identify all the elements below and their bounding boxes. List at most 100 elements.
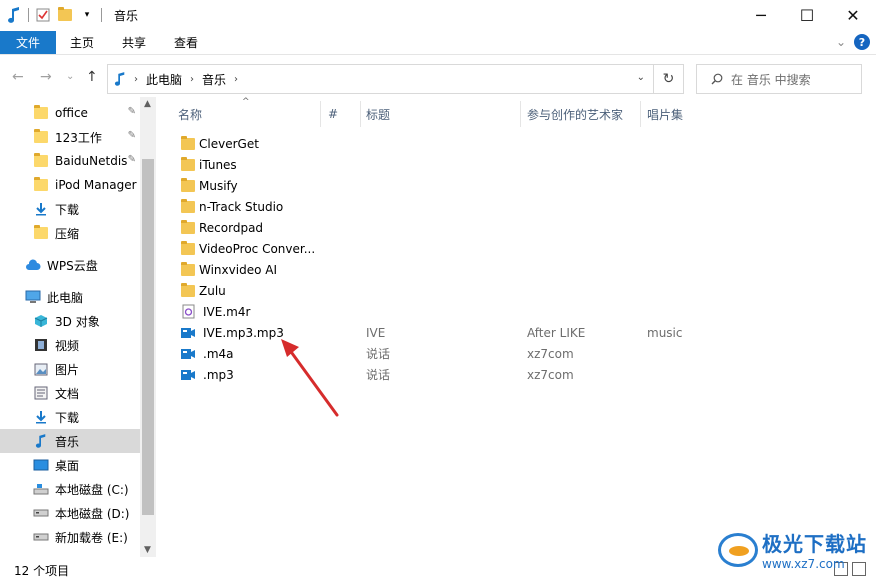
column-artist[interactable]: 参与创作的艺术家: [527, 97, 623, 131]
music-note-icon: [6, 7, 22, 23]
nav-item-office[interactable]: office ✎: [0, 101, 140, 125]
item-count: 12 个项目: [14, 563, 70, 578]
recent-locations-button[interactable]: ⌄: [66, 71, 74, 82]
properties-icon[interactable]: [35, 7, 51, 23]
nav-item-wps-cloud[interactable]: WPS云盘: [0, 253, 140, 277]
breadcrumb-separator[interactable]: ›: [134, 74, 138, 85]
nav-item-videos[interactable]: 视频: [0, 333, 140, 357]
window-title: 音乐: [114, 8, 139, 23]
file-row[interactable]: Winxvideo AI: [170, 259, 860, 280]
nav-item-label: WPS云盘: [47, 258, 98, 273]
file-row[interactable]: IVE.m4r: [170, 301, 860, 322]
column-divider[interactable]: [320, 101, 321, 127]
file-row[interactable]: n-Track Studio: [170, 196, 860, 217]
breadcrumb-separator[interactable]: ›: [234, 74, 238, 85]
address-dropdown-button[interactable]: ⌄: [637, 72, 645, 83]
nav-item-label: iPod Manager: [55, 178, 137, 192]
file-name: CleverGet: [199, 136, 259, 151]
folder-icon: [180, 219, 196, 235]
nav-item-label: 桌面: [55, 458, 80, 473]
nav-item-baidunetdisk[interactable]: BaiduNetdis ✎: [0, 149, 140, 173]
file-row[interactable]: IVE.mp3.mp3 IVE After LIKE music: [170, 322, 860, 343]
column-number[interactable]: #: [328, 97, 338, 131]
file-row[interactable]: CleverGet: [170, 133, 860, 154]
folder-icon: [180, 177, 196, 193]
breadcrumb-music[interactable]: 音乐: [202, 71, 226, 88]
address-bar[interactable]: › 此电脑 › 音乐 › ⌄ ↻: [107, 64, 684, 94]
toolbar-separator: [101, 8, 102, 22]
tab-view[interactable]: 查看: [160, 31, 212, 54]
new-folder-icon[interactable]: [57, 7, 73, 23]
breadcrumb-separator[interactable]: ›: [190, 74, 194, 85]
file-row[interactable]: VideoProc Conver...: [170, 238, 860, 259]
close-button[interactable]: ✕: [830, 0, 876, 30]
column-divider[interactable]: [360, 101, 361, 127]
file-row[interactable]: .mp3 说话 xz7com: [170, 364, 860, 385]
media-file-icon: [180, 367, 196, 382]
tab-share[interactable]: 共享: [108, 31, 160, 54]
file-name: .mp3: [203, 367, 234, 382]
folder-icon: [33, 177, 49, 193]
nav-item-music[interactable]: 音乐: [0, 429, 140, 453]
file-row[interactable]: Zulu: [170, 280, 860, 301]
file-row[interactable]: Recordpad: [170, 217, 860, 238]
nav-item-downloads-quick[interactable]: 下载: [0, 197, 140, 221]
file-row[interactable]: .m4a 说话 xz7com: [170, 343, 860, 364]
column-title[interactable]: 标题: [366, 97, 390, 131]
ribbon-tabs: 文件 主页 共享 查看 ⌄ ?: [0, 31, 876, 55]
scroll-thumb[interactable]: [142, 159, 154, 515]
column-album[interactable]: 唱片集: [647, 97, 683, 131]
breadcrumb-this-pc[interactable]: 此电脑: [146, 71, 182, 88]
up-button[interactable]: ↑: [86, 69, 98, 85]
nav-item-desktop[interactable]: 桌面: [0, 453, 140, 477]
customize-toolbar-icon[interactable]: ▾: [79, 7, 95, 23]
file-row[interactable]: Musify: [170, 175, 860, 196]
file-name: iTunes: [199, 157, 237, 172]
nav-item-documents[interactable]: 文档: [0, 381, 140, 405]
picture-icon: [33, 361, 49, 377]
file-name: Zulu: [199, 283, 226, 298]
nav-item-this-pc[interactable]: 此电脑: [0, 285, 140, 309]
nav-item-drive-d[interactable]: 本地磁盘 (D:): [0, 501, 140, 525]
file-name: Musify: [199, 178, 238, 193]
refresh-button[interactable]: ↻: [653, 65, 683, 93]
nav-item-downloads[interactable]: 下载: [0, 405, 140, 429]
forward-button[interactable]: →: [40, 69, 52, 85]
nav-item-label: 下载: [55, 202, 80, 217]
file-row[interactable]: iTunes: [170, 154, 860, 175]
nav-item-drive-c[interactable]: 本地磁盘 (C:): [0, 477, 140, 501]
cloud-icon: [25, 257, 41, 273]
file-name: Winxvideo AI: [199, 262, 277, 277]
nav-item-123work[interactable]: 123工作 ✎: [0, 125, 140, 149]
file-artist: xz7com: [527, 367, 574, 382]
column-divider[interactable]: [520, 101, 521, 127]
computer-icon: [25, 289, 41, 305]
column-name[interactable]: 名称: [178, 97, 202, 131]
navigation-scrollbar[interactable]: ▲ ▼: [140, 97, 156, 557]
nav-item-drive-e[interactable]: 新加载卷 (E:): [0, 525, 140, 549]
nav-item-compressed[interactable]: 压缩: [0, 221, 140, 245]
scroll-up-icon[interactable]: ▲: [144, 99, 151, 109]
tab-home[interactable]: 主页: [56, 31, 108, 54]
folder-icon: [180, 156, 196, 172]
address-row: ← → ⌄ ↑ › 此电脑 › 音乐 › ⌄ ↻ 在 音乐 中搜索: [0, 61, 876, 95]
annotation-arrow-icon: [281, 339, 339, 417]
file-name: n-Track Studio: [199, 199, 284, 214]
nav-item-label: 文档: [55, 386, 80, 401]
quick-access-toolbar: ▾ 音乐: [0, 0, 138, 30]
minimize-button[interactable]: ─: [738, 0, 784, 30]
nav-item-pictures[interactable]: 图片: [0, 357, 140, 381]
column-divider[interactable]: [640, 101, 641, 127]
search-input[interactable]: 在 音乐 中搜索: [696, 64, 862, 94]
back-button[interactable]: ←: [12, 69, 24, 85]
scroll-down-icon[interactable]: ▼: [144, 545, 151, 555]
maximize-button[interactable]: ☐: [784, 0, 830, 30]
nav-item-ipod-manager[interactable]: iPod Manager: [0, 173, 140, 197]
tab-file[interactable]: 文件: [0, 31, 56, 54]
nav-item-label: 3D 对象: [55, 314, 100, 329]
nav-item-3d-objects[interactable]: 3D 对象: [0, 309, 140, 333]
nav-item-label: BaiduNetdis: [55, 154, 128, 168]
expand-ribbon-icon[interactable]: ⌄: [836, 35, 846, 49]
help-icon[interactable]: ?: [854, 34, 870, 50]
drive-c-icon: [33, 481, 49, 497]
